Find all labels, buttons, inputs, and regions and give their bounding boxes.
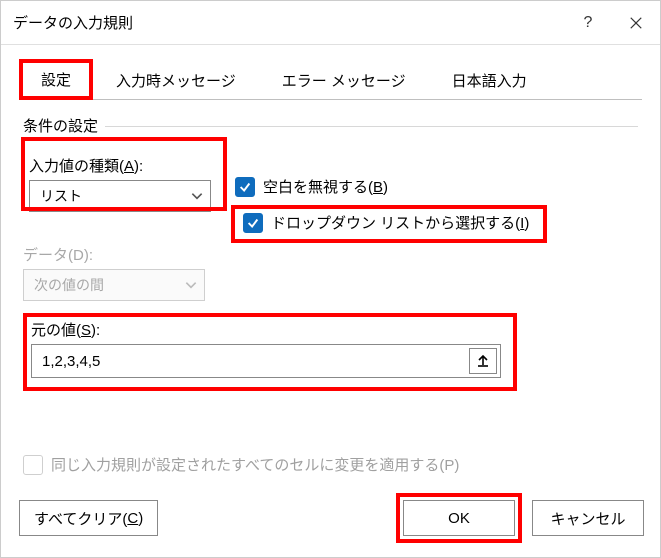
content-area: 条件の設定 入力値の種類(A): リスト [1, 101, 660, 485]
close-button[interactable] [612, 1, 660, 45]
chevron-down-icon [184, 278, 198, 292]
ignore-blank-checkbox[interactable] [235, 177, 255, 197]
data-label: データ(D): [23, 244, 638, 265]
ok-button[interactable]: OK [403, 500, 515, 536]
dialog-title: データの入力規則 [13, 12, 564, 33]
clear-all-button[interactable]: すべてクリア(C) [19, 500, 158, 536]
in-cell-dropdown-label: ドロップダウン リストから選択する(I) [271, 212, 529, 233]
source-input[interactable] [32, 345, 466, 377]
tab-settings[interactable]: 設定 [19, 59, 93, 100]
chevron-down-icon [190, 189, 204, 203]
tab-underline [19, 99, 642, 100]
source-field-row [31, 344, 501, 378]
tab-strip: 設定 入力時メッセージ エラー メッセージ 日本語入力 [1, 45, 660, 100]
apply-all-row: 同じ入力規則が設定されたすべてのセルに変更を適用する(P) [23, 454, 638, 475]
in-cell-dropdown-row[interactable]: ドロップダウン リストから選択する(I) [235, 207, 537, 238]
cancel-button[interactable]: キャンセル [532, 500, 644, 536]
range-picker-button[interactable] [469, 348, 497, 374]
tab-input-message[interactable]: 入力時メッセージ [93, 61, 259, 100]
dialog-window: データの入力規則 ? 設定 入力時メッセージ エラー メッセージ 日本語入力 条… [0, 0, 661, 558]
source-label: 元の値(S): [31, 319, 509, 340]
help-button[interactable]: ? [564, 1, 612, 45]
dialog-footer: すべてクリア(C) OK キャンセル [1, 485, 660, 557]
allow-select[interactable]: リスト [29, 180, 211, 212]
apply-all-checkbox [23, 455, 43, 475]
allow-block: 入力値の種類(A): リスト [23, 150, 217, 217]
ignore-blank-row[interactable]: 空白を無視する(B) [235, 176, 537, 197]
criteria-group-label: 条件の設定 [23, 115, 638, 142]
source-block: 元の値(S): [23, 313, 517, 384]
titlebar: データの入力規則 ? [1, 1, 660, 45]
ignore-blank-label: 空白を無視する(B) [263, 176, 388, 197]
collapse-dialog-icon [476, 354, 490, 368]
data-value: 次の値の間 [34, 275, 104, 295]
close-icon [629, 16, 643, 30]
data-select: 次の値の間 [23, 269, 205, 301]
tab-ime-mode[interactable]: 日本語入力 [429, 61, 550, 100]
in-cell-dropdown-checkbox[interactable] [243, 213, 263, 233]
allow-value: リスト [40, 186, 82, 206]
allow-label: 入力値の種類(A): [29, 155, 211, 176]
apply-all-label: 同じ入力規則が設定されたすべてのセルに変更を適用する(P) [51, 454, 459, 475]
tab-error-alert[interactable]: エラー メッセージ [259, 61, 429, 100]
